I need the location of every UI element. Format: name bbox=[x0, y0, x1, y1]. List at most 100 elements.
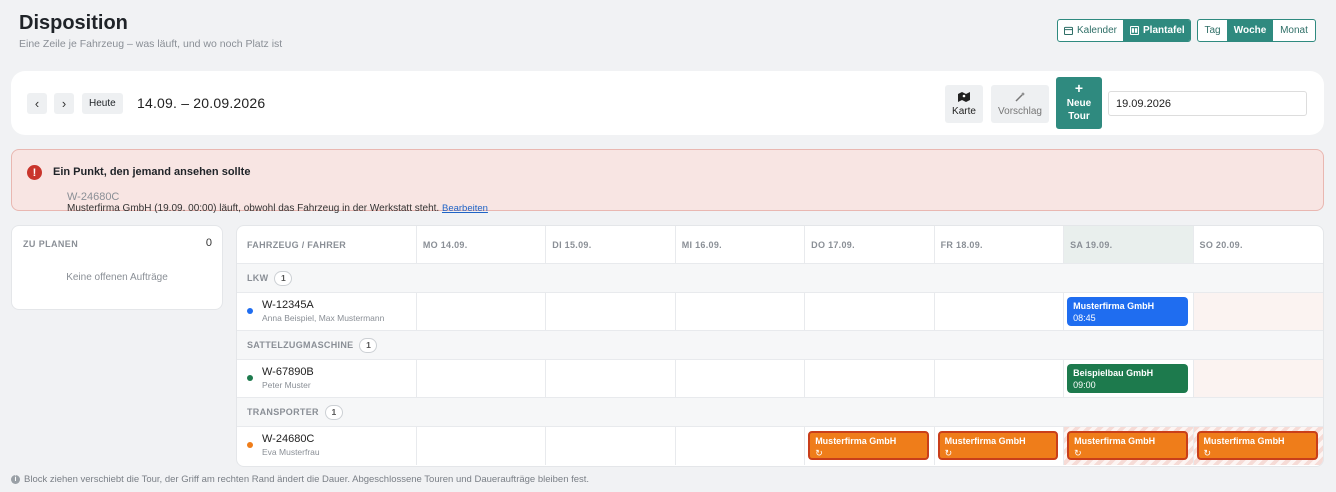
new-tour-button[interactable]: + Neue Tour bbox=[1056, 77, 1102, 129]
day-cell[interactable]: Musterfirma GmbH ↻ bbox=[935, 427, 1065, 465]
zu-planen-empty: Keine offenen Aufträge bbox=[66, 272, 168, 283]
footer-hint: i Block ziehen verschiebt die Tour, der … bbox=[11, 474, 589, 485]
col-header-mo: MO 14.09. bbox=[417, 226, 547, 263]
monat-button[interactable]: Monat bbox=[1272, 20, 1315, 41]
group-header-transporter: TRANSPORTER 1 bbox=[237, 398, 1323, 427]
status-dot bbox=[247, 375, 253, 381]
karte-label: Karte bbox=[952, 105, 976, 117]
alert-plate: W-24680C bbox=[67, 191, 120, 203]
today-button[interactable]: Heute bbox=[82, 93, 123, 114]
vorschlag-label: Vorschlag bbox=[998, 105, 1042, 117]
vehicle-plate: W-24680C bbox=[262, 433, 315, 445]
vehicle-driver: Peter Muster bbox=[262, 380, 311, 390]
magic-wand-icon bbox=[1014, 91, 1025, 102]
next-week-button[interactable]: › bbox=[54, 93, 74, 114]
view-toggle: Kalender Plantafel bbox=[1057, 19, 1191, 42]
recurring-icon: ↻ bbox=[1074, 448, 1082, 458]
range-toggle: Tag Woche Monat bbox=[1197, 19, 1316, 42]
board-icon bbox=[1130, 26, 1139, 35]
date-input[interactable] bbox=[1108, 91, 1307, 116]
vehicle-plate: W-12345A bbox=[262, 299, 314, 311]
day-cell[interactable] bbox=[1193, 360, 1323, 397]
col-header-mi: MI 16.09. bbox=[676, 226, 806, 263]
day-cell[interactable] bbox=[546, 360, 676, 397]
zu-planen-label: ZU PLANEN bbox=[23, 239, 79, 249]
page-header: Disposition Eine Zeile je Fahrzeug – was… bbox=[19, 11, 282, 50]
edit-link[interactable]: Bearbeiten bbox=[442, 203, 488, 214]
date-range: 14.09. – 20.09.2026 bbox=[137, 95, 266, 111]
vehicle-cell[interactable]: W-24680C Eva Musterfrau bbox=[237, 427, 417, 465]
tour-customer: Musterfirma GmbH bbox=[1203, 436, 1285, 446]
day-cell[interactable]: Beispielbau GmbH 09:00 bbox=[1064, 360, 1194, 397]
vehicle-driver: Eva Musterfrau bbox=[262, 447, 320, 457]
karte-button[interactable]: Karte bbox=[945, 85, 983, 123]
kalender-label: Kalender bbox=[1076, 25, 1117, 36]
day-cell[interactable] bbox=[935, 293, 1065, 330]
kalender-button[interactable]: Kalender bbox=[1058, 20, 1123, 41]
group-name: SATTELZUGMASCHINE bbox=[247, 340, 354, 350]
prev-week-button[interactable]: ‹ bbox=[27, 93, 47, 114]
page-subtitle: Eine Zeile je Fahrzeug – was läuft, und … bbox=[19, 38, 283, 50]
board-header-row: FAHRZEUG / FAHRER MO 14.09. DI 15.09. MI… bbox=[237, 226, 1323, 264]
group-name: LKW bbox=[247, 273, 269, 283]
vehicle-cell[interactable]: W-67890B Peter Muster bbox=[237, 360, 417, 397]
group-header-lkw: LKW 1 bbox=[237, 264, 1323, 293]
zu-planen-count: 0 bbox=[205, 237, 212, 249]
tour-customer: Musterfirma GmbH bbox=[1074, 436, 1156, 446]
recurring-icon: ↻ bbox=[1203, 448, 1212, 458]
tour-block[interactable]: Musterfirma GmbH ↻ bbox=[937, 431, 1059, 460]
day-cell[interactable] bbox=[805, 360, 935, 397]
exclamation-icon: ! bbox=[27, 165, 42, 180]
new-tour-label-line1: Neue bbox=[1066, 98, 1092, 109]
plus-icon: + bbox=[1074, 80, 1084, 96]
vehicle-row-w-12345a: W-12345A Anna Beispiel, Max Mustermann M… bbox=[237, 293, 1323, 331]
footer-text: Block ziehen verschiebt die Tour, der Gr… bbox=[24, 474, 590, 485]
day-cell[interactable] bbox=[417, 427, 547, 465]
day-cell[interactable] bbox=[676, 360, 806, 397]
day-cell[interactable] bbox=[805, 293, 935, 330]
group-count-badge: 1 bbox=[359, 337, 378, 353]
tag-button[interactable]: Tag bbox=[1198, 20, 1227, 41]
col-header-so: SO 20.09. bbox=[1199, 239, 1243, 250]
recurring-icon: ↻ bbox=[944, 448, 953, 458]
group-count-badge: 1 bbox=[324, 404, 343, 420]
day-cell[interactable] bbox=[417, 293, 547, 330]
tour-time: 09:00 bbox=[1073, 380, 1096, 390]
calendar-icon bbox=[1064, 26, 1073, 35]
alert-text: Musterfirma GmbH (19.09. 00:00) läuft, o… bbox=[67, 203, 442, 214]
col-header-fr: FR 18.09. bbox=[935, 226, 1065, 263]
day-cell[interactable] bbox=[935, 360, 1065, 397]
woche-button[interactable]: Woche bbox=[1227, 20, 1272, 41]
vorschlag-button[interactable]: Vorschlag bbox=[991, 85, 1049, 123]
day-cell[interactable]: Musterfirma GmbH ↻ bbox=[1064, 427, 1194, 465]
day-cell[interactable] bbox=[417, 360, 547, 397]
tour-block[interactable]: Beispielbau GmbH 09:00 bbox=[1067, 364, 1188, 393]
vehicle-driver: Anna Beispiel, Max Mustermann bbox=[262, 313, 385, 323]
status-dot bbox=[247, 308, 253, 314]
vehicle-cell[interactable]: W-12345A Anna Beispiel, Max Mustermann bbox=[237, 293, 417, 330]
chevron-left-icon: ‹ bbox=[34, 96, 40, 111]
group-count-badge: 1 bbox=[274, 270, 293, 286]
day-cell[interactable]: Musterfirma GmbH ↻ bbox=[805, 427, 935, 465]
day-cell[interactable] bbox=[676, 427, 806, 465]
col-header-di: DI 15.09. bbox=[546, 226, 676, 263]
group-name: TRANSPORTER bbox=[247, 407, 319, 417]
tour-customer: Musterfirma GmbH bbox=[815, 436, 897, 446]
chevron-right-icon: › bbox=[61, 96, 67, 111]
tour-customer: Musterfirma GmbH bbox=[944, 436, 1026, 446]
tour-block[interactable]: Musterfirma GmbH ↻ bbox=[1196, 431, 1318, 460]
tour-block[interactable]: Musterfirma GmbH ↻ bbox=[808, 431, 929, 460]
day-cell[interactable] bbox=[676, 293, 806, 330]
recurring-icon: ↻ bbox=[815, 448, 823, 458]
group-header-sattelzugmaschine: SATTELZUGMASCHINE 1 bbox=[237, 331, 1323, 360]
plantafel-button[interactable]: Plantafel bbox=[1123, 20, 1190, 41]
day-cell[interactable]: Musterfirma GmbH 08:45 bbox=[1064, 293, 1194, 330]
tour-block[interactable]: Musterfirma GmbH ↻ bbox=[1067, 431, 1188, 460]
day-cell[interactable] bbox=[546, 293, 676, 330]
day-cell[interactable] bbox=[1193, 293, 1323, 330]
zu-planen-panel: ZU PLANEN 0 Keine offenen Aufträge bbox=[11, 225, 223, 310]
tour-block[interactable]: Musterfirma GmbH 08:45 bbox=[1067, 297, 1188, 326]
day-cell[interactable]: Musterfirma GmbH ↻ bbox=[1193, 427, 1323, 465]
day-cell[interactable] bbox=[546, 427, 676, 465]
col-header-sa: SA 19.09. bbox=[1064, 226, 1194, 263]
